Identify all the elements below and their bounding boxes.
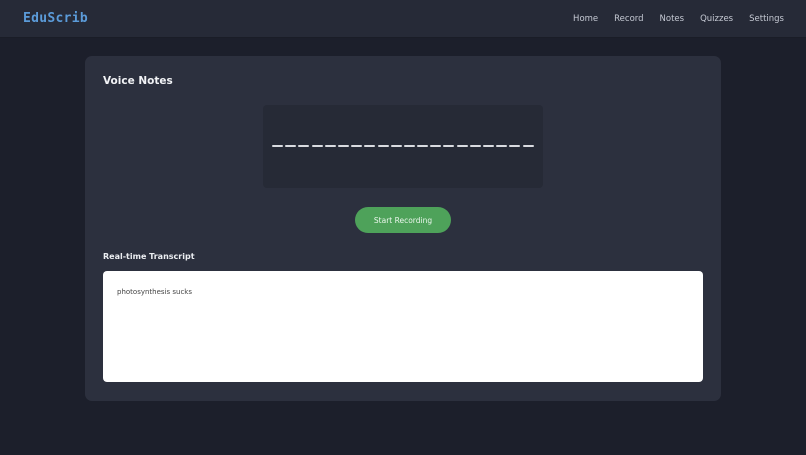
waveform-segment [417, 145, 429, 147]
audio-waveform-visualizer [263, 105, 543, 188]
waveform-line [272, 145, 534, 147]
waveform-segment [285, 145, 297, 147]
waveform-segment [403, 145, 415, 147]
waveform-segment [430, 145, 442, 147]
page-title: Voice Notes [103, 75, 173, 87]
waveform-segment [443, 145, 455, 147]
waveform-segment [483, 145, 494, 147]
top-navbar: EduScrib Home Record Notes Quizzes Setti… [0, 0, 806, 38]
voice-notes-card: Voice Notes Start Recording Real-time Tr… [85, 56, 721, 401]
waveform-segment [509, 145, 521, 147]
nav-record[interactable]: Record [614, 14, 643, 24]
waveform-segment [311, 145, 323, 147]
brand-logo[interactable]: EduScrib [23, 11, 88, 26]
transcript-textarea[interactable]: photosynthesis sucks [103, 271, 703, 382]
nav-quizzes[interactable]: Quizzes [700, 14, 733, 24]
waveform-segment [390, 145, 402, 147]
nav-notes[interactable]: Notes [660, 14, 685, 24]
waveform-segment [496, 145, 508, 147]
waveform-segment [272, 145, 283, 147]
waveform-segment [364, 145, 376, 147]
waveform-segment [469, 145, 481, 147]
transcript-heading: Real-time Transcript [103, 252, 195, 261]
waveform-segment [324, 145, 336, 147]
nav-home[interactable]: Home [573, 14, 598, 24]
waveform-segment [337, 145, 349, 147]
waveform-segment [351, 145, 363, 147]
start-recording-button[interactable]: Start Recording [355, 207, 451, 233]
nav-links: Home Record Notes Quizzes Settings [557, 14, 784, 24]
waveform-segment [522, 145, 534, 147]
waveform-segment [298, 145, 310, 147]
nav-settings[interactable]: Settings [749, 14, 784, 24]
waveform-segment [456, 145, 468, 147]
waveform-segment [377, 145, 389, 147]
